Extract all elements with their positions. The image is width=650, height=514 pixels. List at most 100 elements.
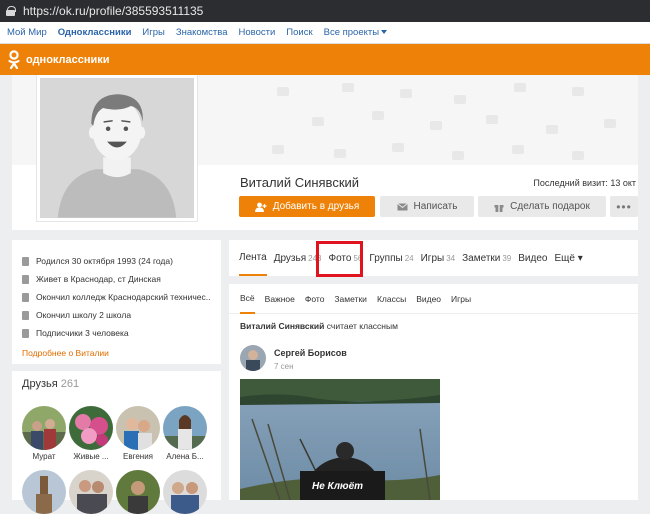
info-college-text: Окончил колледж Краснодарский техничес..… bbox=[36, 292, 211, 302]
browser-url-bar[interactable]: https://ok.ru/profile/385593511135 bbox=[0, 0, 650, 22]
tab-feed[interactable]: Лента bbox=[239, 240, 267, 276]
tab-games-label: Игры bbox=[420, 252, 445, 264]
nav-search[interactable]: Поиск bbox=[286, 27, 312, 38]
friends-count: 261 bbox=[60, 378, 80, 390]
nav-dating[interactable]: Знакомства bbox=[176, 27, 228, 38]
friend-avatar[interactable] bbox=[69, 406, 113, 450]
pattern-icon bbox=[334, 149, 346, 158]
tab-notes-count: 39 bbox=[502, 253, 512, 263]
more-actions-button[interactable]: ••• bbox=[610, 196, 638, 217]
info-school-text: Окончил школу 2 школа bbox=[36, 310, 132, 320]
nav-news[interactable]: Новости bbox=[239, 27, 276, 38]
tab-friends[interactable]: Друзья 243 bbox=[274, 240, 322, 276]
pattern-icon bbox=[514, 83, 526, 92]
info-subscribers-text: Подписчики 3 человека bbox=[36, 328, 129, 338]
last-visit: Последний визит: 13 окт bbox=[533, 178, 636, 188]
ok-logo-icon[interactable] bbox=[7, 49, 21, 70]
pattern-icon bbox=[392, 143, 404, 152]
pattern-icon bbox=[342, 83, 354, 92]
add-friend-button[interactable]: Добавить в друзья bbox=[239, 196, 375, 217]
caret-down-icon bbox=[381, 30, 388, 35]
post-photo[interactable]: Не Клюёт bbox=[240, 379, 440, 500]
friend-avatar[interactable] bbox=[163, 470, 207, 514]
brand-name[interactable]: одноклассники bbox=[26, 54, 110, 66]
feed-card: Всё Важное Фото Заметки Классы Видео Игр… bbox=[229, 284, 638, 500]
tab-more-label: Ещё ▾ bbox=[554, 252, 583, 264]
nav-all-projects[interactable]: Все проекты bbox=[324, 27, 388, 38]
more-about-link[interactable]: Подробнее о Виталии bbox=[22, 344, 211, 362]
friend-avatar[interactable] bbox=[69, 470, 113, 514]
envelope-icon bbox=[396, 202, 408, 210]
tab-games-count: 34 bbox=[446, 253, 456, 263]
friends-header[interactable]: Друзья 261 bbox=[22, 378, 211, 390]
subscribers-icon bbox=[22, 328, 29, 338]
post-author-avatar[interactable] bbox=[240, 345, 266, 371]
pattern-icon bbox=[546, 125, 558, 134]
friend-avatar[interactable] bbox=[22, 406, 66, 450]
feed-activity-line: Виталий Синявский считает классным bbox=[240, 321, 398, 331]
tab-notes-label: Заметки bbox=[462, 252, 501, 264]
activity-text: считает классным bbox=[324, 321, 398, 331]
pattern-icon bbox=[604, 119, 616, 128]
info-subscribers[interactable]: Подписчики 3 человека bbox=[22, 324, 211, 342]
activity-author-link[interactable]: Виталий Синявский bbox=[240, 321, 324, 331]
pattern-icon bbox=[372, 111, 384, 120]
info-location-text: Живет в Краснодар, ст Динская bbox=[36, 274, 161, 284]
filter-video[interactable]: Видео bbox=[416, 284, 441, 314]
write-message-button[interactable]: Написать bbox=[380, 196, 474, 217]
tab-notes[interactable]: Заметки 39 bbox=[462, 240, 511, 276]
pattern-icon bbox=[454, 95, 466, 104]
info-location[interactable]: Живет в Краснодар, ст Динская bbox=[22, 270, 211, 288]
friend-avatar[interactable] bbox=[163, 406, 207, 450]
tab-games[interactable]: Игры 34 bbox=[421, 240, 456, 276]
friends-title: Друзья bbox=[22, 378, 58, 390]
school-icon bbox=[22, 310, 29, 320]
nav-games[interactable]: Игры bbox=[142, 27, 164, 38]
site-header: одноклассники bbox=[0, 44, 650, 75]
nav-my-world[interactable]: Мой Мир bbox=[7, 27, 47, 38]
pattern-icon bbox=[572, 87, 584, 96]
tab-video[interactable]: Видео bbox=[518, 240, 547, 276]
pattern-icon bbox=[486, 115, 498, 124]
friend-name[interactable]: Мурат bbox=[21, 452, 67, 461]
filter-classes[interactable]: Классы bbox=[377, 284, 406, 314]
filter-photo[interactable]: Фото bbox=[305, 284, 325, 314]
write-message-label: Написать bbox=[413, 201, 458, 212]
post-date: 7 сен bbox=[274, 362, 294, 371]
pattern-icon bbox=[430, 121, 442, 130]
calendar-icon bbox=[22, 256, 29, 266]
college-icon bbox=[22, 292, 29, 302]
photos-tab-highlight bbox=[316, 241, 363, 277]
nav-odnoklassniki[interactable]: Одноклассники bbox=[58, 27, 132, 38]
pattern-icon bbox=[452, 151, 464, 160]
pattern-icon bbox=[277, 87, 289, 96]
info-birthday-text: Родился 30 октября 1993 (24 года) bbox=[36, 256, 173, 266]
info-school[interactable]: Окончил школу 2 школа bbox=[22, 306, 211, 324]
more-dots-icon: ••• bbox=[616, 199, 632, 214]
filter-games[interactable]: Игры bbox=[451, 284, 471, 314]
make-gift-button[interactable]: Сделать подарок bbox=[478, 196, 606, 217]
pattern-icon bbox=[272, 145, 284, 154]
pattern-icon bbox=[312, 117, 324, 126]
info-college[interactable]: Окончил колледж Краснодарский техничес..… bbox=[22, 288, 211, 306]
friend-name[interactable]: Живые ... bbox=[68, 452, 114, 461]
filter-important[interactable]: Важное bbox=[265, 284, 295, 314]
lock-icon bbox=[6, 6, 16, 16]
filter-all[interactable]: Всё bbox=[240, 284, 255, 314]
friend-avatar[interactable] bbox=[116, 470, 160, 514]
url-text[interactable]: https://ok.ru/profile/385593511135 bbox=[23, 4, 203, 18]
top-project-nav: Мой Мир Одноклассники Игры Знакомства Но… bbox=[0, 22, 650, 44]
tab-friends-label: Друзья bbox=[273, 252, 307, 264]
profile-info-card: Родился 30 октября 1993 (24 года) Живет … bbox=[12, 240, 221, 364]
friend-avatar[interactable] bbox=[116, 406, 160, 450]
friend-name[interactable]: Алена Б... bbox=[162, 452, 208, 461]
post-author-name[interactable]: Сергей Борисов bbox=[274, 348, 347, 358]
filter-notes[interactable]: Заметки bbox=[334, 284, 367, 314]
tab-more[interactable]: Ещё ▾ bbox=[554, 240, 582, 276]
tab-groups[interactable]: Группы 24 bbox=[369, 240, 413, 276]
friend-name[interactable]: Евгения bbox=[115, 452, 161, 461]
profile-avatar[interactable] bbox=[36, 75, 198, 222]
photo-caption: Не Клюёт bbox=[312, 481, 364, 492]
friend-avatar[interactable] bbox=[22, 470, 66, 514]
building-icon bbox=[22, 274, 29, 284]
